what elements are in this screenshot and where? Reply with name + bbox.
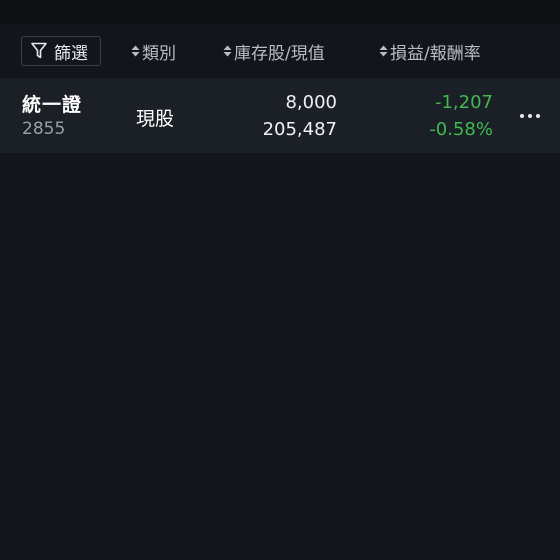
return-rate: -0.58%: [429, 119, 493, 140]
market-value: 205,487: [262, 119, 337, 140]
list-header: 篩選 類別 庫存股/現值 損益/報酬率: [0, 24, 560, 78]
category-header-label: 類別: [142, 43, 176, 64]
filter-button[interactable]: 篩選: [21, 36, 101, 66]
stock-type: 現股: [136, 108, 175, 130]
sort-profit-return-header[interactable]: 損益/報酬率: [379, 36, 481, 66]
holdings-page: 篩選 類別 庫存股/現值 損益/報酬率 統一證 2855 現股 8,000 20…: [0, 0, 560, 560]
stock-code: 2855: [22, 119, 66, 139]
inventory-value-header-label: 庫存股/現值: [234, 43, 325, 64]
more-dot: [520, 114, 524, 118]
sort-icon: [131, 45, 140, 57]
stock-name: 統一證: [22, 94, 83, 116]
profit-loss: -1,207: [434, 92, 493, 113]
more-options-button[interactable]: [516, 108, 544, 124]
sort-icon: [223, 45, 232, 57]
sort-inventory-value-header[interactable]: 庫存股/現值: [223, 36, 325, 66]
more-dot: [528, 114, 532, 118]
sort-icon: [379, 45, 388, 57]
more-dot: [536, 114, 540, 118]
profit-return-header-label: 損益/報酬率: [390, 43, 481, 64]
holding-row[interactable]: 統一證 2855 現股 8,000 205,487 -1,207 -0.58%: [0, 78, 560, 153]
inventory-quantity: 8,000: [285, 92, 337, 113]
filter-label: 篩選: [54, 43, 88, 64]
status-bar: [0, 0, 560, 24]
sort-category-header[interactable]: 類別: [131, 36, 176, 66]
filter-icon: [31, 42, 47, 59]
